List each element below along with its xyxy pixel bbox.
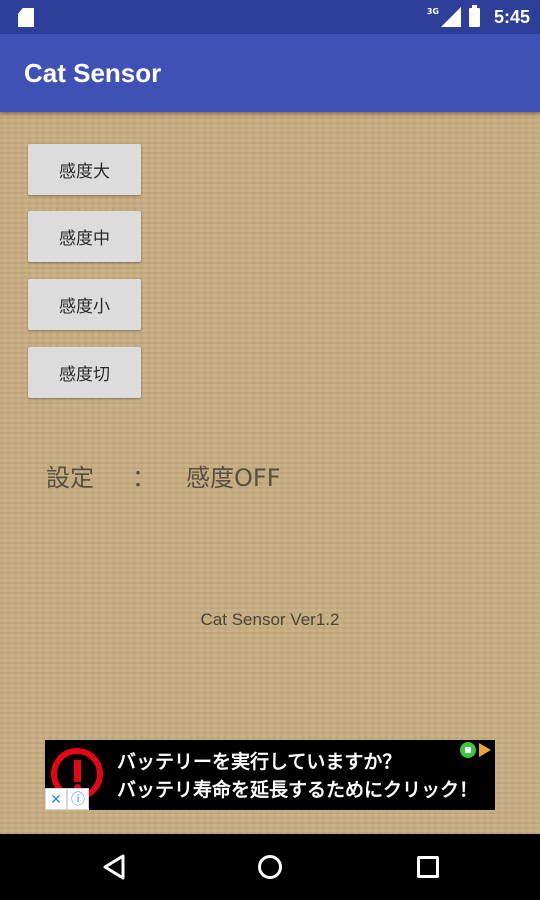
ad-banner[interactable]: バッテリーを実行していますか？ バッテリ寿命を延長するためにクリック！ ✕ ⓘ <box>45 740 495 810</box>
ad-badge <box>460 742 491 758</box>
ad-info-icon[interactable]: ⓘ <box>67 788 89 810</box>
recents-icon[interactable] <box>417 856 439 878</box>
ad-line-2: バッテリ寿命を延長するためにクリック！ <box>117 779 479 801</box>
setting-value: 感度OFF <box>186 464 281 492</box>
battery-icon <box>468 4 480 27</box>
main-content: 感度大 感度中 感度小 感度切 設定 ： 感度OFF Cat Sensor Ve… <box>0 112 540 834</box>
back-icon[interactable] <box>103 854 125 880</box>
status-clock: 5:45 <box>493 6 530 27</box>
version-label: Cat Sensor Ver1.2 <box>200 610 340 629</box>
app-title: Cat Sensor <box>24 58 162 88</box>
sensitivity-low-button[interactable]: 感度小 <box>28 279 141 330</box>
ad-controls: ✕ ⓘ <box>45 788 89 810</box>
ad-text[interactable]: バッテリーを実行していますか？ バッテリ寿命を延長するためにクリック！ <box>117 748 478 804</box>
sensitivity-high-button[interactable]: 感度大 <box>28 144 141 195</box>
network-type-label: 3G <box>426 6 439 16</box>
lock-icon <box>460 742 476 758</box>
setting-separator: ： <box>132 464 156 492</box>
sd-card-icon <box>18 8 34 27</box>
sensitivity-off-button[interactable]: 感度切 <box>28 347 141 398</box>
status-bar: 3G 5:45 <box>0 0 540 34</box>
ad-line-1: バッテリーを実行していますか？ <box>117 751 402 773</box>
signal-icon <box>440 7 461 27</box>
home-icon[interactable] <box>258 855 282 879</box>
sensitivity-medium-button[interactable]: 感度中 <box>28 211 141 262</box>
play-icon <box>479 743 491 757</box>
navigation-bar <box>0 834 540 900</box>
setting-label: 設定 <box>46 464 94 492</box>
ad-close-icon[interactable]: ✕ <box>45 788 67 810</box>
app-bar: Cat Sensor <box>0 34 540 112</box>
